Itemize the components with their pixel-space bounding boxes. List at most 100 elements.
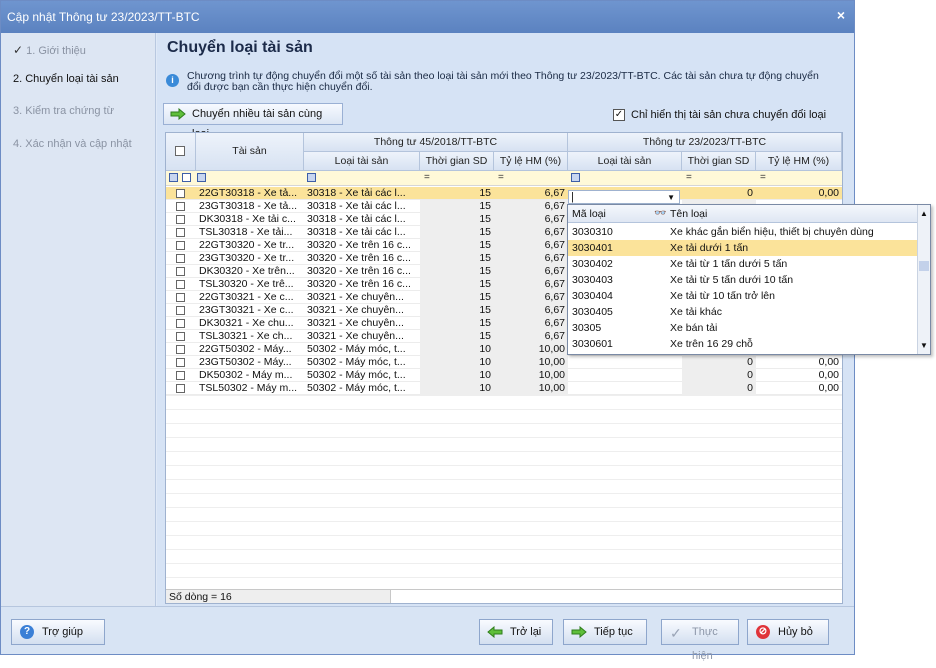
back-button[interactable]: Trở lại [479, 619, 553, 645]
cell-asset[interactable]: TSL50302 - Máy m... [196, 382, 304, 395]
cell-asset[interactable]: 22GT30320 - Xe tr... [196, 239, 304, 252]
cell-old-type[interactable]: 30318 - Xe tải các l... [304, 200, 420, 213]
cell-old-type[interactable]: 30321 - Xe chuyên... [304, 304, 420, 317]
cancel-button[interactable]: ⊘ Hủy bỏ [747, 619, 829, 645]
cell-old-time[interactable]: 15 [420, 200, 494, 213]
col-new-rate[interactable]: Tỷ lệ HM (%) [756, 152, 842, 171]
col-asset[interactable]: Tài sản [196, 133, 304, 171]
cell-old-type[interactable]: 50302 - Máy móc, t... [304, 382, 420, 395]
new-type-combo[interactable]: | ▼ [568, 190, 680, 204]
close-icon[interactable]: × [837, 7, 845, 23]
cell-old-time[interactable]: 15 [420, 252, 494, 265]
filter-icon[interactable] [169, 172, 178, 185]
cell-asset[interactable]: DK50302 - Máy m... [196, 369, 304, 382]
cell-old-type[interactable]: 30320 - Xe trên 16 c... [304, 252, 420, 265]
cell-old-type[interactable]: 30318 - Xe tải các l... [304, 187, 420, 200]
dropdown-item[interactable]: 3030405 Xe tải khác [568, 304, 918, 320]
dropdown-item[interactable]: 3030601 Xe trên 16 29 chỗ [568, 336, 918, 352]
dropdown-item[interactable]: 3030402 Xe tải từ 1 tấn dưới 5 tấn [568, 256, 918, 272]
step-convert[interactable]: 2. Chuyển loại tài sản [13, 73, 119, 85]
filter-asset[interactable] [197, 172, 206, 185]
cell-old-type[interactable]: 30320 - Xe trên 16 c... [304, 239, 420, 252]
filter-row[interactable]: = = = = [166, 171, 842, 186]
cell-old-time[interactable]: 15 [420, 304, 494, 317]
dropdown-item[interactable]: 3030404 Xe tải từ 10 tấn trở lên [568, 288, 918, 304]
step-check-docs[interactable]: 3. Kiểm tra chứng từ [13, 105, 114, 117]
filter-check-icon[interactable] [182, 172, 191, 185]
cell-new-type[interactable] [568, 382, 682, 395]
row-checkbox[interactable] [176, 267, 185, 276]
cell-new-time[interactable]: 0 [682, 382, 756, 395]
row-checkbox[interactable] [176, 384, 185, 393]
dropdown-col-code[interactable]: Mã loại [572, 205, 606, 223]
cell-asset[interactable]: DK30321 - Xe chu... [196, 317, 304, 330]
filter-old-rate[interactable]: = [498, 172, 504, 185]
scroll-up-icon[interactable]: ▲ [920, 209, 928, 218]
select-all-checkbox[interactable] [175, 146, 185, 156]
row-checkbox[interactable] [176, 202, 185, 211]
cell-new-rate[interactable]: 0,00 [756, 187, 842, 200]
cell-asset[interactable]: 23GT30321 - Xe c... [196, 304, 304, 317]
cell-old-time[interactable]: 15 [420, 291, 494, 304]
cell-old-type[interactable]: 30321 - Xe chuyên... [304, 330, 420, 343]
cell-asset[interactable]: TSL30320 - Xe trê... [196, 278, 304, 291]
cell-asset[interactable]: TSL30321 - Xe ch... [196, 330, 304, 343]
cell-asset[interactable]: DK30320 - Xe trên... [196, 265, 304, 278]
cell-old-time[interactable]: 15 [420, 226, 494, 239]
cell-new-time[interactable]: 0 [682, 187, 756, 200]
cell-old-rate[interactable]: 10,00 [494, 382, 568, 395]
cell-old-time[interactable]: 15 [420, 187, 494, 200]
table-row[interactable]: DK50302 - Máy m... 50302 - Máy móc, t... 1… [166, 369, 842, 382]
row-checkbox[interactable] [176, 215, 185, 224]
table-row[interactable]: 22GT30318 - Xe tả... 30318 - Xe tải các l… [166, 187, 842, 200]
row-checkbox[interactable] [176, 280, 185, 289]
cell-new-time[interactable]: 0 [682, 356, 756, 369]
cell-old-rate[interactable]: 10,00 [494, 369, 568, 382]
scroll-thumb[interactable] [919, 261, 929, 271]
filter-new-type[interactable] [571, 172, 580, 185]
convert-multiple-button[interactable]: Chuyển nhiều tài sản cùng loại [163, 103, 343, 140]
row-checkbox[interactable] [176, 332, 185, 341]
table-row[interactable]: 23GT50302 - Máy... 50302 - Máy móc, t... 1… [166, 356, 842, 369]
cell-old-rate[interactable]: 6,67 [494, 278, 568, 291]
cell-old-time[interactable]: 15 [420, 213, 494, 226]
cell-old-rate[interactable]: 6,67 [494, 226, 568, 239]
filter-new-rate[interactable]: = [760, 172, 766, 185]
cell-asset[interactable]: 22GT50302 - Máy... [196, 343, 304, 356]
dropdown-item[interactable]: 3030310 Xe khác gắn biển hiệu, thiết bị c… [568, 224, 918, 240]
row-checkbox[interactable] [176, 228, 185, 237]
cell-old-type[interactable]: 30320 - Xe trên 16 c... [304, 265, 420, 278]
cell-asset[interactable]: 23GT50302 - Máy... [196, 356, 304, 369]
row-checkbox[interactable] [176, 254, 185, 263]
chevron-down-icon[interactable]: ▼ [667, 191, 675, 204]
cell-old-type[interactable]: 30320 - Xe trên 16 c... [304, 278, 420, 291]
cell-old-rate[interactable]: 6,67 [494, 252, 568, 265]
scroll-down-icon[interactable]: ▼ [920, 341, 928, 350]
filter-new-time[interactable]: = [686, 172, 692, 185]
cell-old-rate[interactable]: 6,67 [494, 200, 568, 213]
cell-asset[interactable]: 23GT30318 - Xe tả... [196, 200, 304, 213]
row-checkbox[interactable] [176, 306, 185, 315]
cell-old-rate[interactable]: 6,67 [494, 330, 568, 343]
cell-new-rate[interactable]: 0,00 [756, 369, 842, 382]
cell-old-rate[interactable]: 10,00 [494, 343, 568, 356]
cell-old-rate[interactable]: 6,67 [494, 291, 568, 304]
cell-old-type[interactable]: 30318 - Xe tải các l... [304, 226, 420, 239]
cell-old-time[interactable]: 10 [420, 356, 494, 369]
filter-old-time[interactable]: = [424, 172, 430, 185]
row-checkbox[interactable] [176, 241, 185, 250]
cell-old-type[interactable]: 30321 - Xe chuyên... [304, 317, 420, 330]
cell-asset[interactable]: 23GT30320 - Xe tr... [196, 252, 304, 265]
col-old-type[interactable]: Loại tài sản [304, 152, 420, 171]
dropdown-scrollbar[interactable]: ▲ ▼ [917, 205, 930, 354]
table-row[interactable]: TSL50302 - Máy m... 50302 - Máy móc, t...… [166, 382, 842, 395]
row-checkbox[interactable] [176, 371, 185, 380]
help-button[interactable]: ? Trợ giúp [11, 619, 105, 645]
dropdown-col-name[interactable]: Tên loại [670, 205, 707, 223]
asset-grid[interactable]: Tài sản Thông tư 45/2018/TT-BTC Thông tư… [165, 132, 843, 604]
cell-old-rate[interactable]: 10,00 [494, 356, 568, 369]
cell-old-rate[interactable]: 6,67 [494, 265, 568, 278]
execute-button[interactable]: ✓ Thực hiện [661, 619, 739, 662]
cell-new-type[interactable] [568, 356, 682, 369]
col-old-rate[interactable]: Tỷ lệ HM (%) [494, 152, 568, 171]
